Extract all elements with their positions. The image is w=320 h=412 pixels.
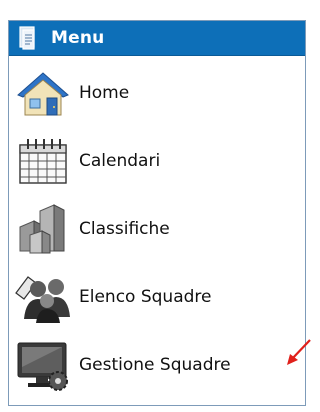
menu-item-home[interactable]: Home bbox=[9, 63, 299, 123]
document-icon bbox=[19, 26, 35, 50]
menu-item-calendari[interactable]: Calendari bbox=[9, 131, 299, 191]
menu-item-label: Elenco Squadre bbox=[79, 287, 212, 307]
menu-item-classifiche[interactable]: Classifiche bbox=[9, 199, 299, 259]
teams-icon bbox=[11, 269, 75, 325]
menu-title: Menu bbox=[51, 28, 105, 48]
menu-item-label: Calendari bbox=[79, 151, 161, 171]
home-icon bbox=[11, 65, 75, 121]
menu-item-label: Gestione Squadre bbox=[79, 355, 231, 375]
calendar-icon bbox=[11, 133, 75, 189]
menu-item-label: Home bbox=[79, 83, 130, 103]
menu-panel: Menu Home Calendari Classifiche Elenco S… bbox=[8, 20, 306, 406]
menu-header: Menu bbox=[9, 21, 305, 56]
menu-item-elenco-squadre[interactable]: Elenco Squadre bbox=[9, 267, 299, 327]
menu-item-gestione-squadre[interactable]: Gestione Squadre bbox=[9, 335, 299, 395]
team-management-icon bbox=[11, 337, 75, 393]
standings-icon bbox=[11, 201, 75, 257]
annotation-arrow-icon bbox=[287, 339, 311, 365]
menu-item-label: Classifiche bbox=[79, 219, 170, 239]
